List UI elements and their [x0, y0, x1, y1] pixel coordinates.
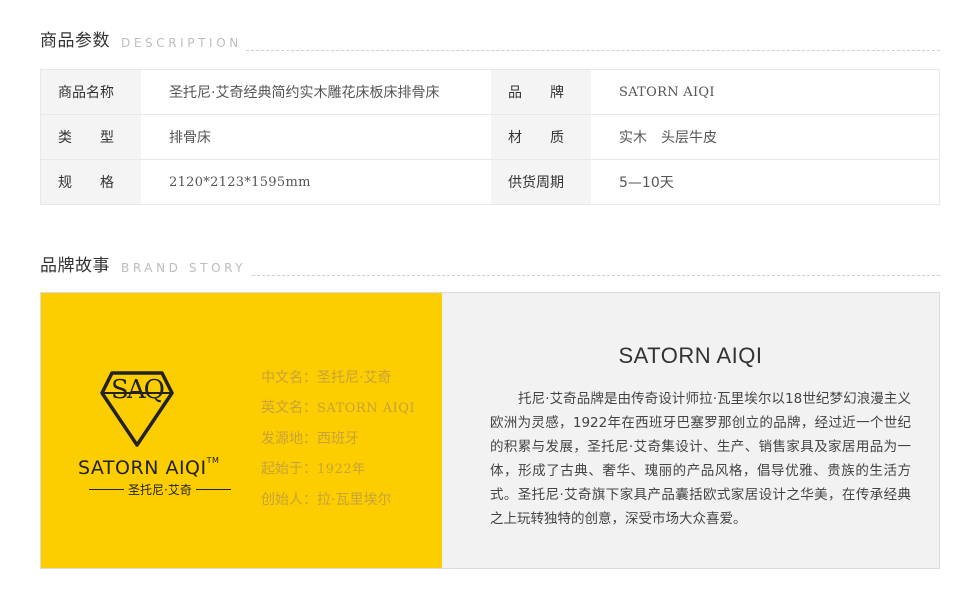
table-row: 类 型 排骨床 材 质 实木 头层牛皮	[41, 114, 939, 159]
diamond-logo-icon: SAQ	[100, 371, 174, 447]
spec-value: 排骨床	[169, 130, 211, 146]
brand-fact: 创始人：拉·瓦里埃尔	[261, 492, 392, 508]
brand-section-header: 品牌故事 BRAND STORY	[40, 252, 940, 276]
spec-label: 规 格	[41, 160, 141, 204]
brand-fact: 英文名：SATORN AIQI	[261, 400, 416, 416]
spec-value: 2120*2123*1595mm	[169, 174, 311, 190]
spec-value: 实木 头层牛皮	[619, 130, 717, 146]
brand-story-panel: SAQ SATORN AIQITM 圣托尼·艾奇 中文名：圣托尼·艾奇 英文名：…	[40, 292, 940, 569]
section-divider	[246, 50, 940, 51]
spec-label: 品 牌	[491, 70, 591, 114]
section-subtitle: BRAND STORY	[121, 261, 247, 275]
spec-value: 圣托尼·艾奇经典简约实木雕花床板床排骨床	[169, 85, 440, 101]
spec-label: 供货周期	[491, 160, 591, 204]
brand-fact: 起始于：1922年	[261, 461, 366, 477]
table-row: 商品名称 圣托尼·艾奇经典简约实木雕花床板床排骨床 品 牌 SATORN AIQ…	[41, 70, 939, 114]
section-title: 品牌故事	[40, 256, 110, 276]
brand-story-text: 托尼·艾奇品牌是由传奇设计师拉·瓦里埃尔以18世纪梦幻浪漫主义欧洲为灵感，192…	[490, 391, 911, 527]
spec-label: 材 质	[491, 115, 591, 159]
spec-table: 商品名称 圣托尼·艾奇经典简约实木雕花床板床排骨床 品 牌 SATORN AIQ…	[40, 69, 940, 205]
brand-fact: 中文名：圣托尼·艾奇	[261, 370, 392, 386]
logo-wordmark: SATORN AIQITM	[78, 456, 220, 479]
section-divider	[252, 275, 940, 276]
section-subtitle: DESCRIPTION	[121, 36, 242, 50]
logo-cn-tagline: 圣托尼·艾奇	[85, 481, 235, 498]
brand-facts: 中文名：圣托尼·艾奇 英文名：SATORN AIQI 发源地：西班牙 起始于：1…	[261, 363, 415, 515]
brand-logo: SAQ	[77, 369, 227, 449]
table-row: 规 格 2120*2123*1595mm 供货周期 5—10天	[41, 159, 939, 204]
spec-value: 5—10天	[619, 175, 674, 191]
brand-fact: 发源地：西班牙	[261, 431, 359, 447]
spec-label: 类 型	[41, 115, 141, 159]
brand-logo-panel: SAQ SATORN AIQITM 圣托尼·艾奇 中文名：圣托尼·艾奇 英文名：…	[41, 293, 442, 568]
spec-value: SATORN AIQI	[619, 84, 715, 100]
brand-name-heading: SATORN AIQI	[618, 343, 763, 368]
spec-label: 商品名称	[41, 70, 141, 114]
description-section-header: 商品参数 DESCRIPTION	[40, 27, 940, 51]
logo-monogram: SAQ	[111, 375, 164, 405]
section-title: 商品参数	[40, 31, 110, 51]
